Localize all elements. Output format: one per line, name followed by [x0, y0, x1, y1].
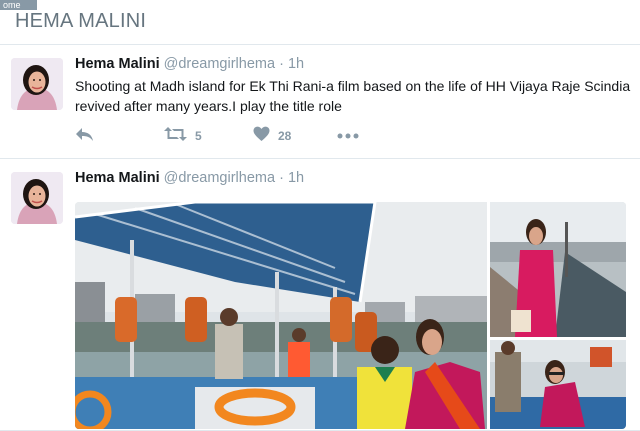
- more-button[interactable]: [337, 126, 359, 146]
- heart-icon: [253, 126, 270, 147]
- timestamp[interactable]: 1h: [288, 56, 304, 72]
- photo-boat-main[interactable]: [75, 202, 487, 429]
- retweet-icon: [164, 126, 187, 147]
- avatar[interactable]: [11, 172, 63, 224]
- author-name[interactable]: Hema Malini: [75, 56, 160, 72]
- tweet-actions: 5 28: [75, 126, 395, 146]
- home-tab-fragment[interactable]: ome: [0, 0, 37, 10]
- page-title: HEMA MALINI: [15, 10, 147, 32]
- retweet-count: 5: [195, 129, 202, 143]
- reply-button[interactable]: [75, 126, 94, 146]
- avatar[interactable]: [11, 58, 63, 110]
- photo-woman-seated[interactable]: [490, 340, 626, 429]
- separator-dot: ·: [279, 56, 284, 72]
- more-icon: [337, 127, 359, 145]
- tweet[interactable]: Hema Malini @dreamgirlhema · 1h Shooting …: [0, 45, 640, 159]
- author-handle[interactable]: @dreamgirlhema: [164, 56, 275, 72]
- tweet[interactable]: Hema Malini @dreamgirlhema · 1h: [0, 159, 640, 431]
- tweet-header: Hema Malini @dreamgirlhema · 1h: [75, 56, 304, 72]
- separator-dot: ·: [279, 170, 284, 186]
- retweet-button[interactable]: 5: [164, 126, 202, 146]
- page-header: HEMA MALINI: [0, 0, 640, 45]
- photo-woman-pier[interactable]: [490, 202, 626, 337]
- media-grid[interactable]: [75, 202, 626, 429]
- author-name[interactable]: Hema Malini: [75, 170, 160, 186]
- like-button[interactable]: 28: [253, 126, 291, 146]
- tweet-header: Hema Malini @dreamgirlhema · 1h: [75, 170, 304, 186]
- author-handle[interactable]: @dreamgirlhema: [164, 170, 275, 186]
- reply-icon: [75, 126, 94, 147]
- like-count: 28: [278, 129, 292, 143]
- timestamp[interactable]: 1h: [288, 170, 304, 186]
- tweet-text: Shooting at Madh island for Ek Thi Rani-…: [75, 78, 631, 114]
